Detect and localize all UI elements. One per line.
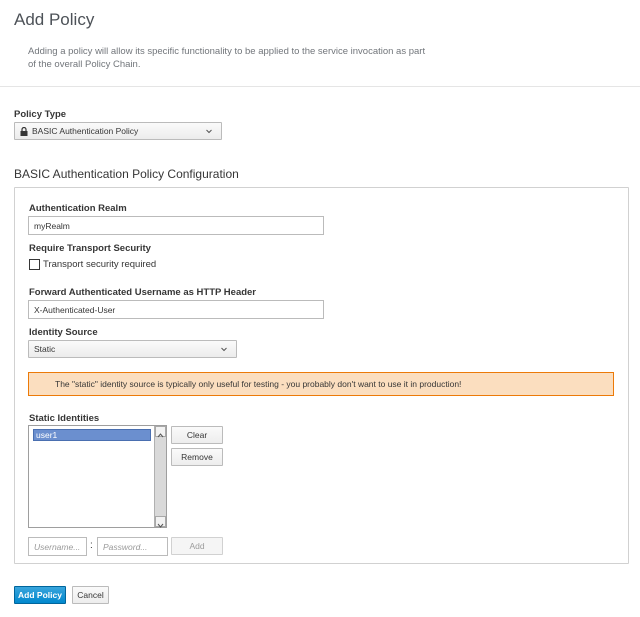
forward-header-label: Forward Authenticated Username as HTTP H…	[29, 287, 257, 298]
remove-button[interactable]: Remove	[171, 448, 223, 466]
chevron-up-icon	[157, 433, 164, 438]
realm-input[interactable]	[28, 216, 324, 235]
add-identity-button[interactable]: Add	[171, 537, 223, 555]
transport-security-label: Require Transport Security	[29, 243, 151, 254]
static-identities-label: Static Identities	[29, 413, 100, 424]
policy-type-value: BASIC Authentication Policy	[32, 126, 139, 136]
intro-text: Adding a policy will allow its specific …	[28, 46, 426, 70]
policy-type-select[interactable]: BASIC Authentication Policy	[14, 122, 222, 140]
identity-source-select[interactable]: Static	[28, 340, 237, 358]
config-section-title: BASIC Authentication Policy Configuratio…	[14, 167, 239, 181]
chevron-down-icon	[205, 126, 213, 136]
transport-security-checkbox[interactable]	[29, 259, 40, 270]
username-input[interactable]	[28, 537, 87, 556]
credential-separator: :	[90, 540, 93, 551]
list-scrollbar[interactable]	[154, 426, 166, 528]
policy-type-label: Policy Type	[14, 109, 67, 120]
realm-label: Authentication Realm	[29, 203, 127, 214]
page-title: Add Policy	[14, 10, 95, 29]
forward-header-input[interactable]	[28, 300, 324, 319]
chevron-down-icon	[220, 344, 228, 354]
cancel-button[interactable]: Cancel	[72, 586, 109, 604]
transport-security-checkbox-label: Transport security required	[43, 259, 157, 270]
transport-security-row[interactable]: Transport security required	[29, 259, 156, 270]
header-divider	[0, 86, 640, 87]
scroll-down-button[interactable]	[155, 516, 166, 528]
add-policy-button[interactable]: Add Policy	[14, 586, 66, 604]
chevron-down-icon	[157, 523, 164, 528]
password-input[interactable]	[97, 537, 168, 556]
clear-button[interactable]: Clear	[171, 426, 223, 444]
identity-source-label: Identity Source	[29, 327, 98, 338]
lock-icon	[20, 126, 28, 136]
static-warning-alert: The "static" identity source is typicall…	[28, 372, 614, 396]
static-identities-list[interactable]: user1	[28, 425, 167, 528]
identity-source-value: Static	[34, 344, 56, 354]
list-item[interactable]: user1	[33, 429, 151, 441]
scroll-up-button[interactable]	[155, 426, 166, 438]
